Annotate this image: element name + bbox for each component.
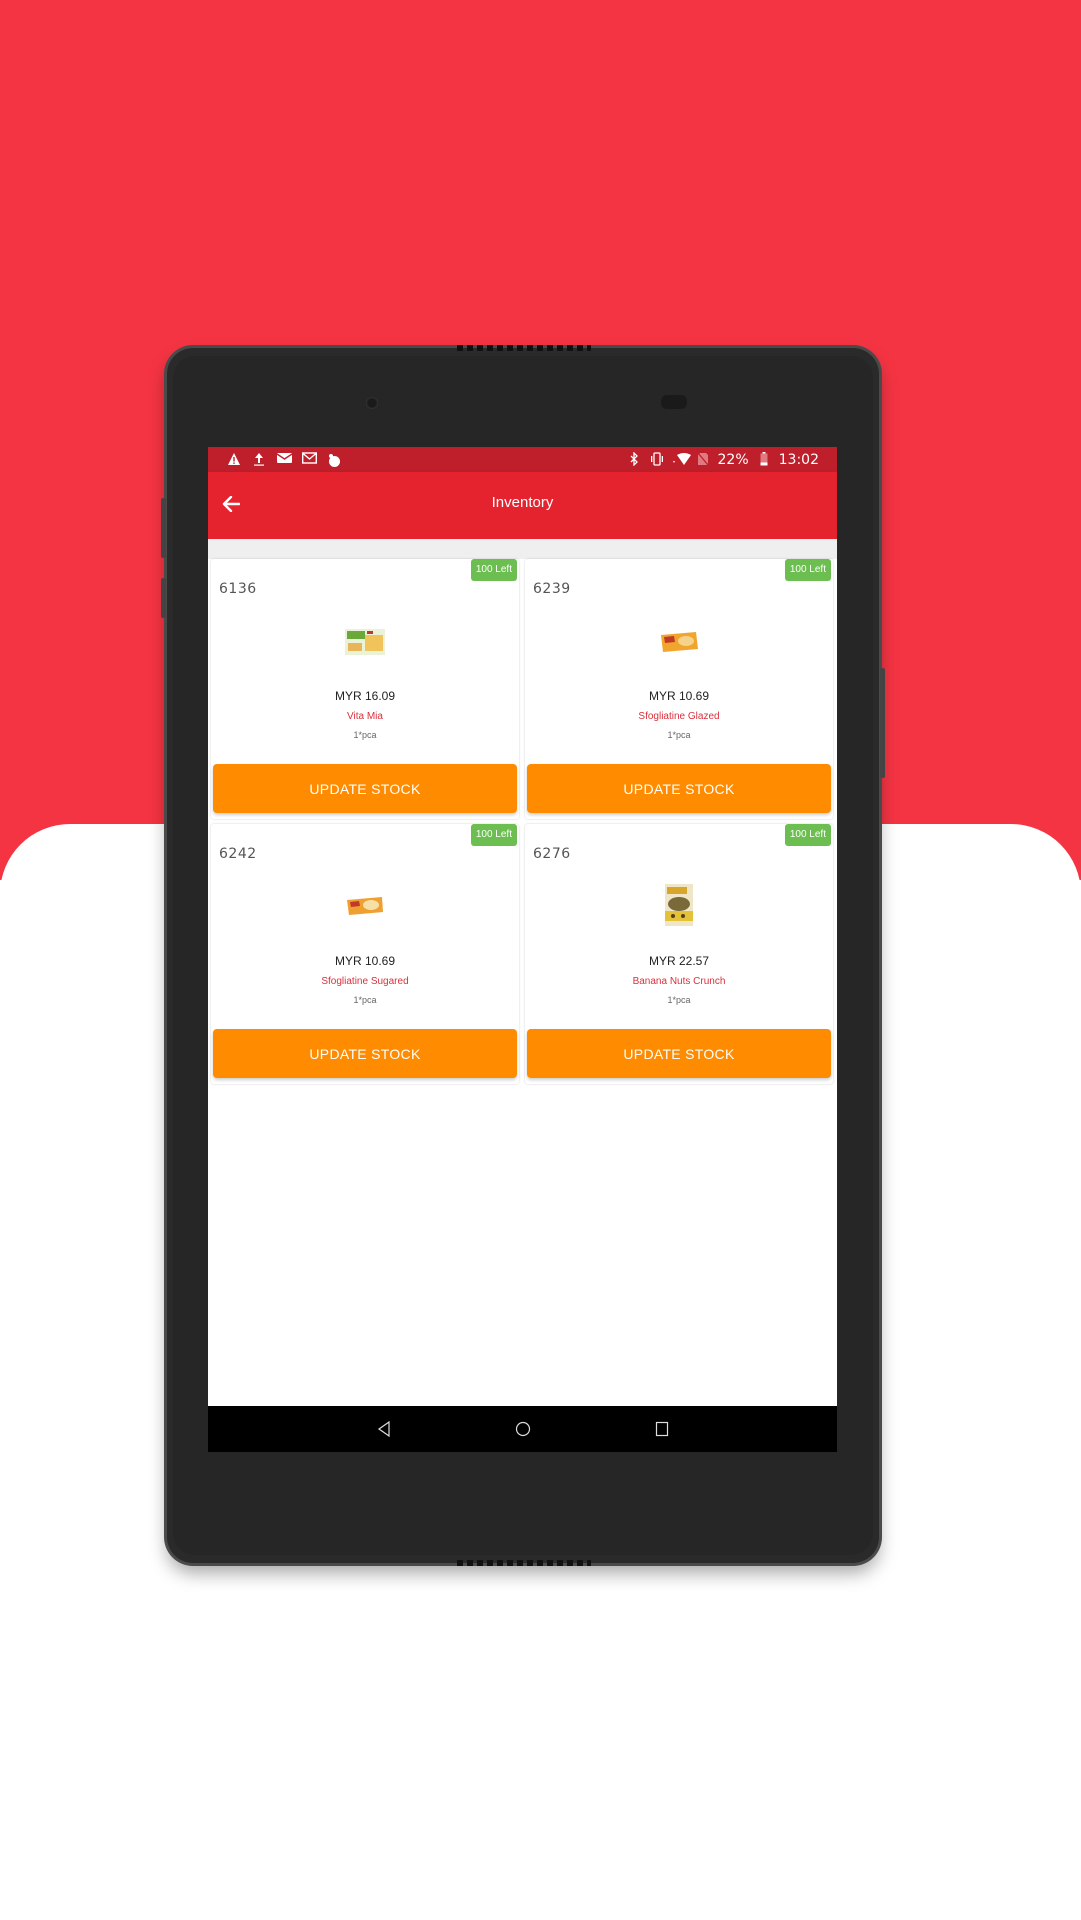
product-grid: 100 Left 6136 MYR 16.09 Vita Mia 1*pca U… [211,559,833,1084]
bottom-speaker-grille [457,1560,591,1566]
product-price: MYR 10.69 [648,689,710,703]
back-triangle-icon [377,1421,390,1437]
product-price: MYR 10.69 [334,954,396,968]
warning-icon [226,452,242,468]
inventory-list: 100 Left 6136 MYR 16.09 Vita Mia 1*pca U… [208,539,837,1406]
nav-recents-button[interactable] [650,1417,674,1441]
home-circle-icon [515,1421,530,1437]
stock-badge: 100 Left [784,559,831,581]
stock-badge: 100 Left [784,824,831,846]
product-unit: 1*pca [667,730,691,740]
status-bar: 22% 13:02 [208,447,837,472]
product-name: Banana Nuts Crunch [632,976,726,987]
top-speaker-grille [457,345,591,351]
product-id: 6136 [219,581,257,597]
front-camera [366,397,378,409]
page-title: Inventory [491,494,554,511]
side-button-right [880,668,885,778]
side-button-left-2 [161,578,166,618]
stock-badge: 100 Left [470,559,517,581]
stock-badge: 100 Left [470,824,517,846]
update-stock-button[interactable]: UPDATE STOCK [527,764,831,813]
vibrate-icon [649,451,665,468]
upload-icon [251,452,267,468]
tablet-screen: 22% 13:02 Inventory 100 Left 6136 MYR 16… [208,447,837,1452]
product-price: MYR 16.09 [334,689,396,703]
product-name: Vita Mia [347,711,383,722]
battery-percentage: 22% [717,451,749,468]
product-id: 6242 [219,846,257,862]
clock: 13:02 [778,451,819,468]
product-image-sfogliatine-glazed [658,629,700,659]
update-stock-button[interactable]: UPDATE STOCK [213,764,517,813]
app-notification-icon [326,452,342,468]
app-bar: Inventory [208,472,837,539]
side-button-left-1 [161,498,166,558]
nav-home-button[interactable] [511,1417,535,1441]
gmail-icon [301,451,317,468]
product-id: 6276 [533,846,571,862]
product-image-sfogliatine-sugared [345,894,385,922]
product-name: Sfogliatine Glazed [638,711,720,722]
product-unit: 1*pca [353,730,377,740]
battery-icon [756,451,772,468]
product-card[interactable]: 100 Left 6136 MYR 16.09 Vita Mia 1*pca U… [211,559,519,819]
recents-square-icon [655,1421,668,1437]
system-status-icons: 22% 13:02 [626,450,837,468]
list-top-spacer [208,539,837,559]
light-sensor [661,395,687,409]
product-unit: 1*pca [667,995,691,1005]
email-icon [276,452,292,468]
product-id: 6239 [533,581,571,597]
product-price: MYR 22.57 [648,954,710,968]
notification-icons [208,451,342,468]
update-stock-button[interactable]: UPDATE STOCK [527,1029,831,1078]
nav-back-button[interactable] [372,1417,396,1441]
no-sim-icon [695,452,711,468]
product-card[interactable]: 100 Left 6276 MYR 22.57 Banana Nuts Crun… [525,824,833,1084]
product-card[interactable]: 100 Left 6242 MYR 10.69 Sfogliatine Suga… [211,824,519,1084]
bluetooth-icon [626,450,642,468]
product-image-vita-mia [345,629,385,659]
product-unit: 1*pca [353,995,377,1005]
update-stock-button[interactable]: UPDATE STOCK [213,1029,517,1078]
product-image-banana-nuts-crunch [665,884,693,930]
navigation-bar [208,1406,837,1452]
product-name: Sfogliatine Sugared [321,976,409,987]
wifi-icon [672,452,691,468]
product-card[interactable]: 100 Left 6239 MYR 10.69 Sfogliatine Glaz… [525,559,833,819]
